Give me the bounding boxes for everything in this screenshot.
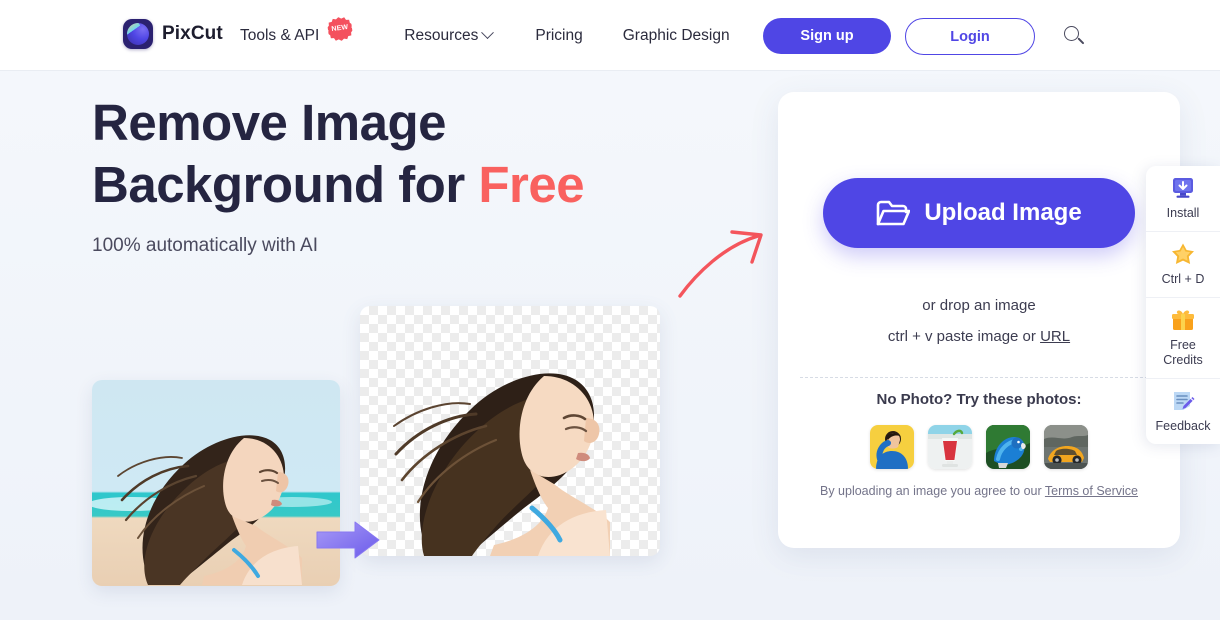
- rail-item-bookmark[interactable]: Ctrl + D: [1146, 232, 1220, 298]
- main-nav: Tools & API NEW Resources Pricing Graphi…: [240, 0, 730, 71]
- sample-person-yellow[interactable]: [870, 425, 914, 469]
- upload-button-label: Upload Image: [924, 199, 1082, 226]
- nav-item-graphic-design[interactable]: Graphic Design: [623, 27, 730, 45]
- card-divider: [800, 377, 1158, 378]
- side-widget-rail: Install Ctrl + D Free Credits Feedback: [1146, 166, 1220, 444]
- rail-label: Install: [1166, 206, 1200, 220]
- paste-hint: ctrl + v paste image or URL: [778, 328, 1180, 345]
- right-arrow-icon: [313, 519, 383, 561]
- gift-icon: [1170, 307, 1196, 333]
- new-badge: NEW: [327, 15, 354, 42]
- nav-label: Tools & API: [240, 26, 320, 44]
- hero-section: Remove Image Background for Free 100% au…: [92, 92, 712, 257]
- page-title: Remove Image Background for Free: [92, 92, 712, 216]
- before-image: [92, 380, 340, 586]
- url-link[interactable]: URL: [1040, 328, 1070, 345]
- sample-car[interactable]: [1044, 425, 1088, 469]
- rail-item-install[interactable]: Install: [1146, 166, 1220, 232]
- site-header: PixCut Tools & API NEW Resources Pricing…: [0, 0, 1220, 71]
- note-pencil-icon: [1170, 388, 1196, 414]
- pixcut-logo-icon: [123, 19, 153, 49]
- brand-name: PixCut: [162, 23, 223, 44]
- try-photos-title: No Photo? Try these photos:: [876, 391, 1082, 408]
- nav-label: Resources: [404, 26, 479, 44]
- sample-parrot[interactable]: [986, 425, 1030, 469]
- hero-subtitle: 100% automatically with AI: [92, 235, 319, 256]
- star-icon: [1170, 241, 1196, 267]
- nav-label: Pricing: [535, 26, 583, 44]
- brand-logo-link[interactable]: PixCut: [123, 19, 223, 49]
- nav-label: Graphic Design: [622, 26, 730, 44]
- upload-image-button[interactable]: Upload Image: [823, 178, 1135, 248]
- headline-line-2: Background for: [92, 156, 479, 213]
- drop-hint: or drop an image: [922, 297, 1036, 314]
- headline-accent: Free: [478, 156, 585, 213]
- upload-card: Upload Image or drop an image ctrl + v p…: [778, 92, 1180, 548]
- rail-label: Ctrl + D: [1161, 272, 1205, 286]
- rail-label: Free Credits: [1150, 338, 1216, 368]
- page-root: PixCut Tools & API NEW Resources Pricing…: [0, 0, 1220, 620]
- search-icon[interactable]: [1062, 24, 1088, 50]
- after-image: [360, 306, 660, 556]
- rail-item-free-credits[interactable]: Free Credits: [1146, 298, 1220, 379]
- curved-arrow-icon: [666, 218, 786, 308]
- monitor-download-icon: [1170, 175, 1196, 201]
- login-button[interactable]: Login: [905, 18, 1035, 55]
- sign-up-button[interactable]: Sign up: [763, 18, 891, 54]
- rail-label-line2: Credits: [1163, 353, 1203, 367]
- paste-hint-text: ctrl + v paste image or: [887, 328, 1041, 345]
- nav-item-tools-api[interactable]: Tools & API NEW: [240, 24, 352, 48]
- rail-label-line1: Free: [1170, 338, 1196, 352]
- terms-of-service-link[interactable]: Terms of Service: [1045, 484, 1138, 498]
- rail-label: Feedback: [1155, 419, 1211, 433]
- nav-item-pricing[interactable]: Pricing: [535, 27, 582, 45]
- sample-photos-list: [778, 425, 1180, 469]
- nav-item-resources[interactable]: Resources: [404, 26, 495, 45]
- folder-icon: [876, 200, 911, 227]
- headline-line-1: Remove Image: [92, 94, 447, 151]
- chevron-down-icon: [481, 26, 495, 40]
- terms-text: By uploading an image you agree to our: [819, 484, 1045, 498]
- terms-notice: By uploading an image you agree to our T…: [778, 484, 1180, 498]
- sample-drink[interactable]: [928, 425, 972, 469]
- rail-item-feedback[interactable]: Feedback: [1146, 379, 1220, 444]
